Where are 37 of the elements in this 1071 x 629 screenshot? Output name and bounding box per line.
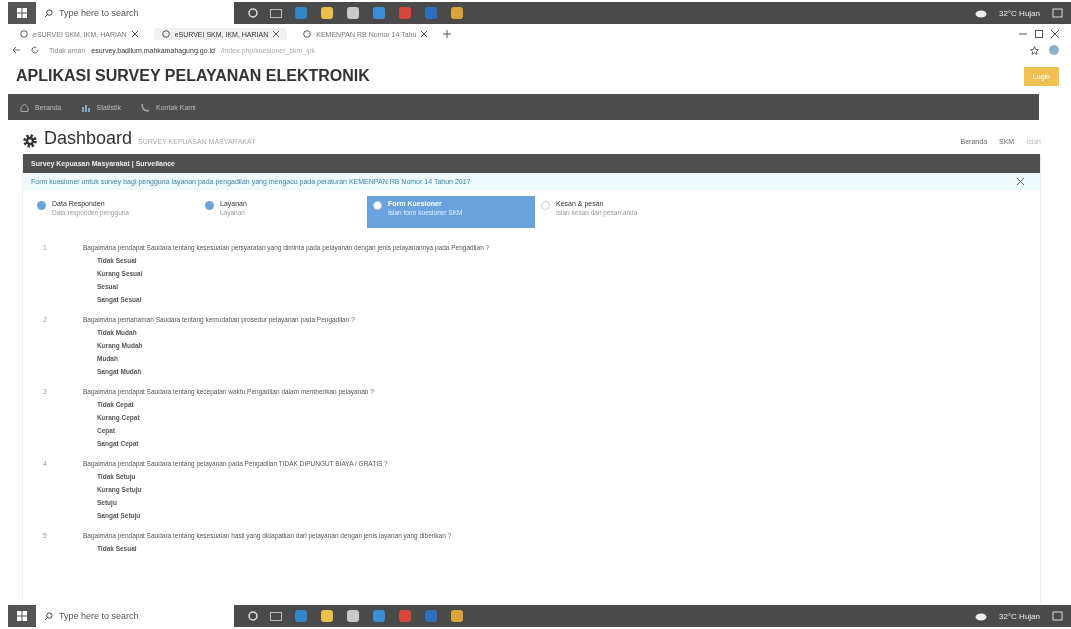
star-icon[interactable] bbox=[1030, 45, 1039, 55]
globe-icon bbox=[303, 30, 312, 38]
close-icon[interactable] bbox=[421, 31, 428, 37]
search-icon bbox=[44, 611, 53, 621]
page-title: Dashboard bbox=[44, 128, 133, 149]
windows-logo-icon bbox=[17, 611, 27, 621]
back-arrow-icon[interactable] bbox=[12, 46, 21, 54]
notification-icon[interactable] bbox=[1052, 610, 1063, 622]
new-tab-icon[interactable] bbox=[443, 30, 452, 38]
reload-icon[interactable] bbox=[31, 46, 39, 54]
globe-icon bbox=[161, 30, 170, 38]
start-button[interactable] bbox=[8, 2, 36, 24]
notification-icon[interactable] bbox=[1052, 7, 1063, 19]
search-icon bbox=[44, 8, 53, 18]
gear-icon bbox=[22, 133, 38, 149]
bar-chart-icon bbox=[81, 102, 91, 112]
cloud-icon bbox=[975, 611, 987, 621]
windows-logo-icon bbox=[17, 8, 27, 18]
close-icon[interactable] bbox=[1017, 178, 1024, 185]
multitask-icon[interactable] bbox=[270, 8, 282, 18]
close-icon[interactable] bbox=[1051, 30, 1059, 38]
task-view-icon[interactable] bbox=[248, 611, 258, 621]
multitask-icon[interactable] bbox=[270, 611, 282, 621]
app-title: APLIKASI SURVEY PELAYANAN ELEKTRONIK bbox=[16, 67, 370, 85]
task-view-icon[interactable] bbox=[248, 8, 258, 18]
start-button[interactable] bbox=[8, 605, 36, 627]
taskbar-search-field[interactable]: Type here to search bbox=[36, 2, 234, 24]
weather-text[interactable]: 32°C Hujan bbox=[999, 8, 1040, 18]
taskbar-search-field[interactable]: Type here to search bbox=[36, 605, 234, 627]
cloud-icon bbox=[975, 8, 987, 18]
globe-icon bbox=[20, 30, 28, 38]
maximize-icon[interactable] bbox=[1035, 30, 1043, 38]
phone-icon bbox=[141, 102, 150, 112]
close-icon[interactable] bbox=[273, 31, 280, 37]
home-icon bbox=[20, 102, 29, 112]
weather-text[interactable]: 32°C Hujan bbox=[999, 611, 1040, 621]
close-icon[interactable] bbox=[131, 31, 138, 37]
